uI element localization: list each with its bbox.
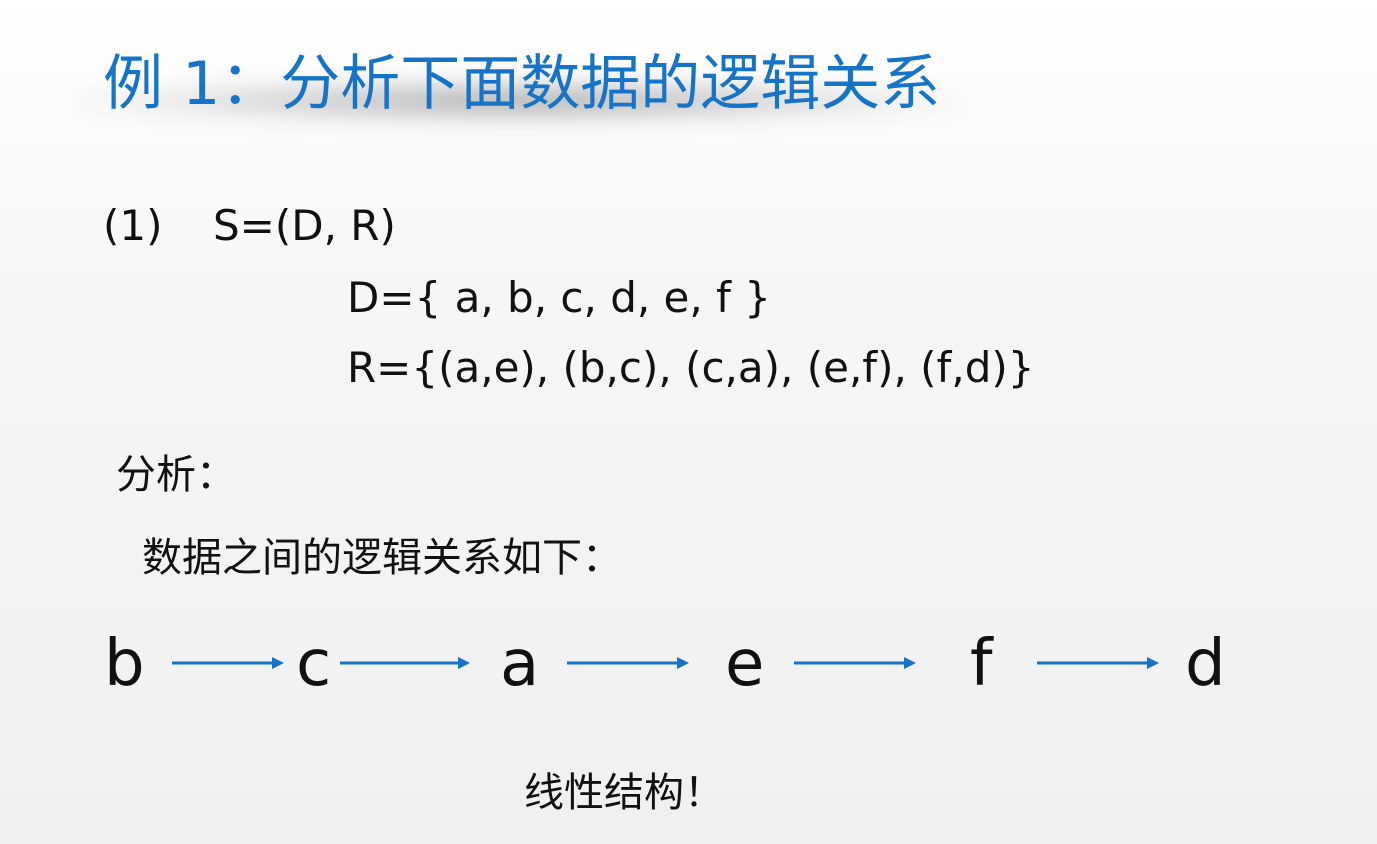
chain-node-a: a [500,627,540,701]
chain-node-b: b [104,627,145,701]
slide-title: 例 1：分析下面数据的逻辑关系 [103,49,941,119]
arrow-c-to-a-icon [340,653,470,673]
structure-index: (1) [103,201,163,250]
arrow-a-to-e-icon [567,653,689,673]
relation-set: R={(a,e), (b,c), (c,a), (e,f), (f,d)} [347,343,1035,392]
arrow-f-to-d-icon [1037,653,1159,673]
chain-node-e: e [725,627,765,701]
chain-node-d: d [1185,627,1226,701]
chain-node-c: c [296,627,332,701]
conclusion-text: 线性结构！ [524,770,724,816]
data-set: D={ a, b, c, d, e, f } [347,273,771,322]
arrow-b-to-c-icon [172,653,284,673]
arrow-e-to-f-icon [794,653,916,673]
structure-expression: S=(D, R) [213,201,396,250]
relation-note: 数据之间的逻辑关系如下： [142,535,622,581]
analysis-label: 分析： [116,452,236,498]
chain-node-f: f [970,627,993,701]
